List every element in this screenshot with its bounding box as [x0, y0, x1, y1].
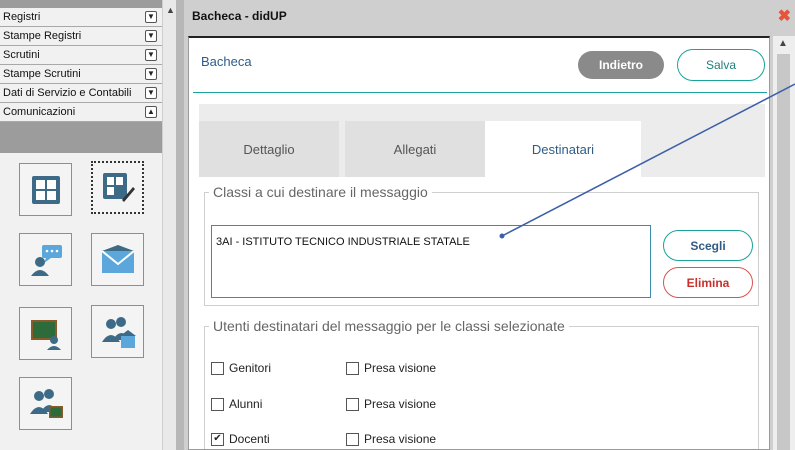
selected-class-item: 3AI - ISTITUTO TECNICO INDUSTRIALE STATA… — [216, 236, 470, 248]
blackboard-teacher-icon — [30, 319, 61, 350]
docenti-checkbox[interactable]: ✔ — [211, 433, 224, 446]
chevron-down-icon[interactable]: ▼ — [145, 30, 157, 42]
chevron-up-icon[interactable]: ▲ — [145, 106, 157, 118]
tab-dettaglio[interactable]: Dettaglio — [199, 121, 339, 177]
menu-label: Dati di Servizio e Contabili — [3, 87, 132, 99]
users-legend: Utenti destinatari del messaggio per le … — [213, 318, 565, 334]
people-building-icon — [101, 316, 136, 348]
chevron-down-icon[interactable]: ▼ — [145, 68, 157, 80]
genitori-label: Genitori — [229, 361, 272, 375]
alunni-checkbox[interactable] — [211, 398, 224, 411]
menu-stampe-registri[interactable]: Stampe Registri ▼ — [0, 27, 162, 46]
menu-label: Scrutini — [3, 49, 40, 61]
person-chat-icon — [30, 244, 62, 276]
chevron-down-icon[interactable]: ▼ — [145, 49, 157, 61]
content-scrollbar[interactable]: ▲ — [773, 36, 795, 450]
menu-comunicazioni[interactable]: Comunicazioni ▲ — [0, 103, 162, 122]
scroll-up-icon[interactable]: ▲ — [778, 38, 788, 49]
tile-messages[interactable] — [19, 233, 72, 286]
grid-board-icon — [31, 175, 60, 204]
users-fieldset: Utenti destinatari del messaggio per le … — [204, 318, 759, 449]
menu-label: Registri — [3, 11, 41, 23]
chevron-down-icon[interactable]: ▼ — [145, 87, 157, 99]
choose-button[interactable]: Scegli — [663, 230, 753, 261]
sidebar-divider — [176, 0, 184, 450]
tab-bar: Dettaglio Allegati Destinatari — [199, 104, 765, 177]
dialog-content: Bacheca Indietro Salva Dettaglio Allegat… — [188, 36, 770, 450]
menu-label: Stampe Scrutini — [3, 68, 81, 80]
menu-stampe-scrutini[interactable]: Stampe Scrutini ▼ — [0, 65, 162, 84]
tile-bacheca[interactable] — [19, 163, 72, 216]
tab-allegati[interactable]: Allegati — [345, 121, 485, 177]
docenti-label: Docenti — [229, 432, 270, 446]
close-icon[interactable]: ✖ — [778, 6, 791, 26]
menu-label: Comunicazioni — [3, 106, 76, 118]
back-button[interactable]: Indietro — [578, 51, 664, 79]
chevron-down-icon[interactable]: ▼ — [145, 11, 157, 23]
envelope-icon — [100, 244, 135, 273]
tab-destinatari[interactable]: Destinatari — [485, 121, 641, 177]
menu-dati-servizio[interactable]: Dati di Servizio e Contabili ▼ — [0, 84, 162, 103]
tile-bacheca-edit[interactable] — [91, 161, 144, 214]
menu-registri[interactable]: Registri ▼ — [0, 8, 162, 27]
docenti-view-label: Presa visione — [364, 432, 437, 446]
dialog-title: Bacheca - didUP — [192, 9, 287, 23]
tile-mail[interactable] — [91, 233, 144, 286]
people-board-icon — [29, 388, 63, 418]
save-button[interactable]: Salva — [677, 49, 765, 81]
selected-classes-box[interactable]: 3AI - ISTITUTO TECNICO INDUSTRIALE STATA… — [211, 225, 651, 298]
scroll-up-icon[interactable]: ▲ — [166, 5, 175, 15]
remove-button[interactable]: Elimina — [663, 267, 753, 298]
tile-lesson[interactable] — [19, 307, 72, 360]
grid-edit-icon — [102, 172, 135, 202]
header-divider — [193, 92, 767, 93]
tile-class-board[interactable] — [19, 377, 72, 430]
genitori-view-label: Presa visione — [364, 361, 437, 375]
docenti-view-checkbox[interactable] — [346, 433, 359, 446]
alunni-view-label: Presa visione — [364, 397, 437, 411]
genitori-view-checkbox[interactable] — [346, 362, 359, 375]
alunni-label: Alunni — [229, 397, 263, 411]
menu-label: Stampe Registri — [3, 30, 82, 42]
menu-scrutini[interactable]: Scrutini ▼ — [0, 46, 162, 65]
tile-school-staff[interactable] — [91, 305, 144, 358]
scrollbar-thumb[interactable] — [777, 54, 790, 450]
alunni-view-checkbox[interactable] — [346, 398, 359, 411]
classes-legend: Classi a cui destinare il messaggio — [213, 184, 428, 200]
sidebar: Registri ▼ Stampe Registri ▼ Scrutini ▼ … — [0, 0, 164, 450]
genitori-checkbox[interactable] — [211, 362, 224, 375]
sidebar-scrollbar[interactable]: ▲ — [162, 0, 176, 450]
communications-icon-panel — [0, 153, 162, 450]
page-title: Bacheca — [201, 54, 252, 69]
bacheca-dialog: Bacheca - didUP ✖ Bacheca Indietro Salva… — [184, 0, 795, 450]
